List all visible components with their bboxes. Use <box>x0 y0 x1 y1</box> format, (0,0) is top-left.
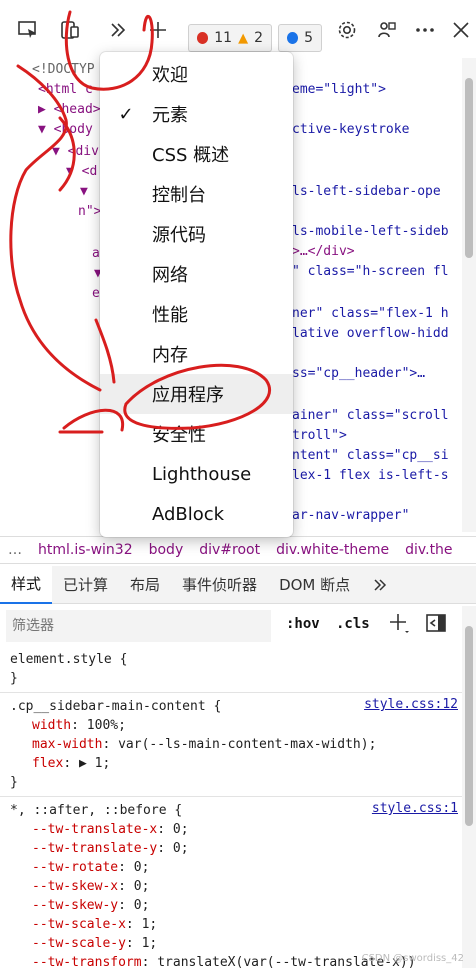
rule-property[interactable]: --tw-skew-y: 0; <box>10 896 452 915</box>
tree-attr: eme="light"> <box>292 82 386 97</box>
filter-input[interactable] <box>6 610 271 642</box>
rule-property[interactable]: --tw-rotate: 0; <box>10 858 452 877</box>
breadcrumb-item[interactable]: div.the <box>397 542 460 558</box>
tree-line[interactable]: ▼ <body <box>38 122 93 142</box>
watermark: CSDN @swordiss_42 <box>361 953 464 964</box>
breadcrumb-item[interactable]: div#root <box>191 542 268 558</box>
breadcrumb-item[interactable]: body <box>141 542 192 558</box>
tree-line[interactable]: <!DOCTYP <box>32 62 95 82</box>
tree-line[interactable]: a <box>92 246 100 266</box>
menu-item-adblock[interactable]: AdBlock <box>100 494 293 534</box>
more-tools-menu: 欢迎 ✓ 元素 CSS 概述 控制台 源代码 网络 性能 内存 应用程序 安全性 … <box>100 52 293 537</box>
tree-attr: lative overflow-hidd <box>292 326 449 341</box>
tree-scrollbar[interactable] <box>462 58 476 532</box>
rule-source-link[interactable]: style.css:12 <box>364 697 458 712</box>
menu-item-welcome[interactable]: 欢迎 <box>100 54 293 94</box>
breadcrumb-item[interactable]: html.is-win32 <box>30 542 141 558</box>
style-rule-element: element.style { } <box>0 646 462 693</box>
style-rules-pane: element.style { } .cp__sidebar-main-cont… <box>0 646 462 968</box>
menu-item-sources[interactable]: 源代码 <box>100 214 293 254</box>
breadcrumb-ellipsis[interactable]: … <box>0 542 30 558</box>
settings-gear-icon[interactable] <box>333 16 361 44</box>
rule-source-link[interactable]: style.css:1 <box>372 801 458 816</box>
tree-attr: >…</div> <box>292 244 355 259</box>
message-icon <box>287 32 299 44</box>
tree-line[interactable]: e <box>92 286 100 306</box>
error-icon <box>197 32 209 44</box>
messages-count: 5 <box>304 30 313 46</box>
rule-property[interactable]: flex: ▶ 1; <box>10 754 452 773</box>
hov-button[interactable]: :hov <box>286 616 320 632</box>
menu-item-memory[interactable]: 内存 <box>100 334 293 374</box>
rule-property[interactable]: max-width: var(--ls-main-content-max-wid… <box>10 735 452 754</box>
menu-item-security[interactable]: 安全性 <box>100 414 293 454</box>
tab-event-listeners[interactable]: 事件侦听器 <box>171 566 268 604</box>
tab-dom-breakpoints[interactable]: DOM 断点 <box>268 566 361 604</box>
style-rule-sidebar: .cp__sidebar-main-content { style.css:12… <box>0 693 462 797</box>
menu-item-network[interactable]: 网络 <box>100 254 293 294</box>
new-style-rule-plus-icon[interactable] <box>388 612 410 638</box>
cls-button[interactable]: .cls <box>336 616 370 632</box>
tree-attr: ctive-keystroke <box>292 122 410 137</box>
more-tabs-chevron-icon[interactable] <box>104 16 132 44</box>
rule-close: } <box>10 671 18 686</box>
rule-property[interactable]: --tw-skew-x: 0; <box>10 877 452 896</box>
tree-attr: troll"> <box>292 428 347 443</box>
rule-property[interactable]: --tw-scale-x: 1; <box>10 915 452 934</box>
tree-attr: ls-mobile-left-sideb <box>292 224 449 239</box>
tree-attr: ntent" class="cp__si <box>292 448 449 463</box>
tree-attr: lex-1 flex is-left-s <box>292 468 449 483</box>
errors-count: 11 <box>214 30 233 46</box>
breadcrumb-item[interactable]: div.white-theme <box>268 542 397 558</box>
tree-attr: ner" class="flex-1 h <box>292 306 449 321</box>
style-rule-universal: *, ::after, ::before { style.css:1 --tw-… <box>0 797 462 968</box>
warning-icon: ▲ <box>238 30 249 46</box>
breadcrumb: … html.is-win32 body div#root div.white-… <box>0 536 476 564</box>
menu-item-performance[interactable]: 性能 <box>100 294 293 334</box>
tree-attr: ainer" class="scroll <box>292 408 449 423</box>
styles-tab-bar: 样式 已计算 布局 事件侦听器 DOM 断点 <box>0 565 476 604</box>
tree-attr: ss="cp__header">… <box>292 366 426 381</box>
device-toolbar-icon[interactable] <box>56 16 84 44</box>
menu-item-elements[interactable]: ✓ 元素 <box>100 94 293 134</box>
toggle-sidebar-icon[interactable] <box>426 614 446 636</box>
tab-computed[interactable]: 已计算 <box>52 566 119 604</box>
checkmark-icon: ✓ <box>118 103 134 125</box>
styles-scrollbar[interactable] <box>462 606 476 968</box>
more-tabs-chevron-icon[interactable] <box>361 566 399 604</box>
tree-line[interactable]: n"> <box>78 204 101 224</box>
messages-badge[interactable]: 5 <box>278 24 322 52</box>
menu-item-application[interactable]: 应用程序 <box>100 374 293 414</box>
customize-icon[interactable] <box>373 16 401 44</box>
rule-property[interactable]: --tw-scale-y: 1; <box>10 934 452 953</box>
menu-item-css-overview[interactable]: CSS 概述 <box>100 134 293 174</box>
rule-property[interactable]: --tw-translate-y: 0; <box>10 839 452 858</box>
tree-attr: ar-nav-wrapper" <box>292 508 410 523</box>
more-options-icon[interactable] <box>411 16 439 44</box>
add-tab-plus-icon[interactable] <box>144 16 172 44</box>
tree-line[interactable]: ▼ <box>80 184 88 204</box>
tree-line[interactable]: <html c <box>38 82 93 102</box>
tree-attr: " class="h-screen fl <box>292 264 449 279</box>
styles-filter-bar: :hov .cls <box>0 606 462 646</box>
tree-attr: ls-left-sidebar-ope <box>292 184 441 199</box>
tab-layout[interactable]: 布局 <box>119 566 171 604</box>
tab-styles[interactable]: 样式 <box>0 565 53 604</box>
menu-item-lighthouse[interactable]: Lighthouse <box>100 454 293 494</box>
devtools-toolbar: 11 ▲ 2 5 <box>0 0 476 56</box>
issues-badge[interactable]: 11 ▲ 2 <box>188 24 272 52</box>
tree-line[interactable]: ▶ <head> <box>38 102 101 122</box>
tree-line[interactable]: ▼ <div <box>52 144 99 164</box>
warnings-count: 2 <box>254 30 263 46</box>
rule-close: } <box>10 775 18 790</box>
menu-item-console[interactable]: 控制台 <box>100 174 293 214</box>
tree-line[interactable]: ▼ <d <box>66 164 97 184</box>
rule-property[interactable]: width: 100%; <box>10 716 452 735</box>
close-icon[interactable] <box>447 16 475 44</box>
rule-property[interactable]: --tw-translate-x: 0; <box>10 820 452 839</box>
inspect-element-icon[interactable] <box>14 16 42 44</box>
rule-selector[interactable]: element.style { <box>10 650 452 669</box>
